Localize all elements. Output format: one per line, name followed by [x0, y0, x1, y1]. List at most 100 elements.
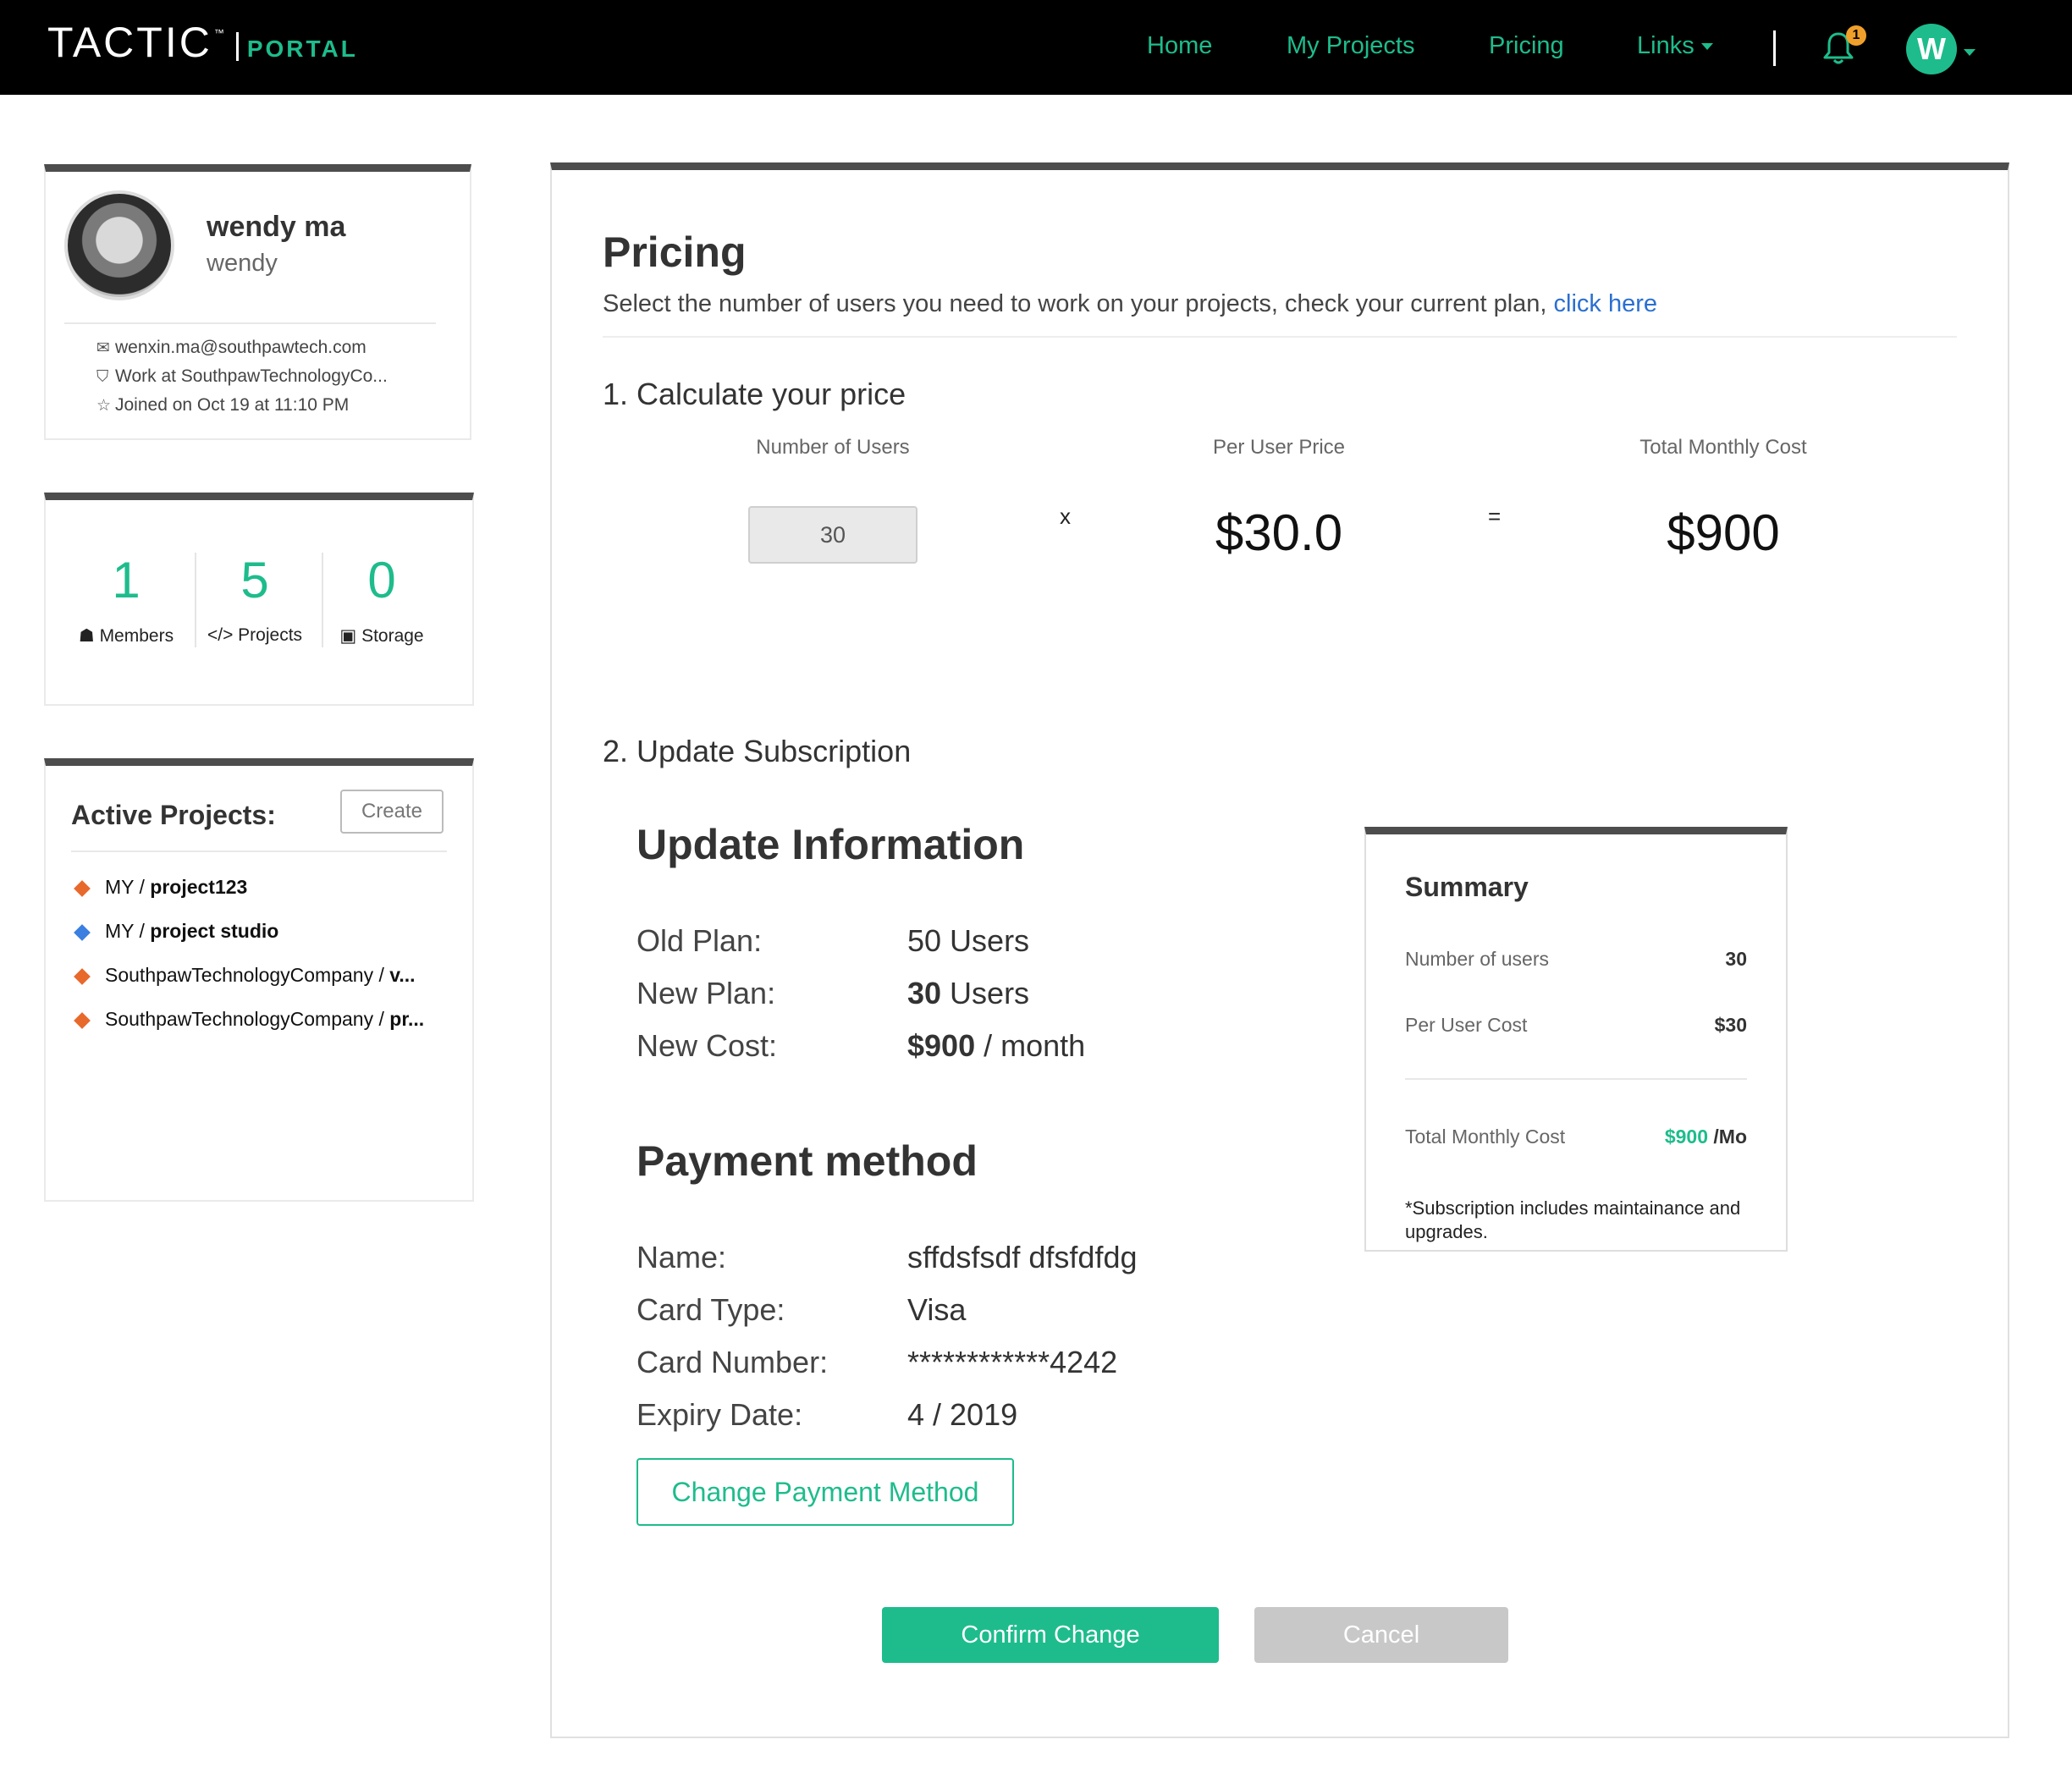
profile-email: wenxin.ma@southpawtech.com [115, 338, 366, 357]
project-owner: SouthpawTechnologyCompany / [105, 964, 390, 986]
project-item[interactable]: SouthpawTechnologyCompany / pr... [73, 1008, 445, 1031]
code-icon: </> [207, 625, 239, 645]
number-of-users-input[interactable]: 30 [748, 506, 918, 564]
equals-sign: = [1488, 504, 1502, 529]
new-cost-label: New Cost: [636, 1028, 778, 1063]
project-name: pr... [389, 1008, 425, 1030]
project-item[interactable]: SouthpawTechnologyCompany / v... [73, 964, 445, 987]
total-monthly-cost-label: Total Monthly Cost [1639, 436, 1807, 459]
tactic-portal-logo[interactable]: TACTIC ™ PORTAL [47, 19, 358, 78]
number-of-users-label: Number of Users [756, 436, 910, 459]
user-icon: ☗ [78, 626, 100, 646]
new-plan-value: 30 Users [907, 976, 1029, 1011]
summary-users-value: 30 [1725, 948, 1747, 970]
nav-my-projects[interactable]: My Projects [1287, 32, 1414, 60]
pricing-panel: Pricing Select the number of users you n… [550, 162, 2009, 1738]
nav-links-label: Links [1637, 32, 1695, 59]
nav-home[interactable]: Home [1147, 32, 1212, 60]
active-projects-title: Active Projects: [71, 800, 276, 830]
divider [71, 850, 447, 852]
profile-email-row: ✉ wenxin.ma@southpawtech.com [96, 338, 366, 358]
envelope-icon: ✉ [96, 339, 110, 357]
nav-divider [1773, 30, 1776, 66]
summary-users-label: Number of users [1405, 948, 1550, 970]
stat-members-value: 1 [112, 552, 141, 608]
diamond-icon [74, 968, 91, 985]
new-cost-value: $900 / month [907, 1028, 1085, 1064]
logo-divider [235, 32, 239, 61]
stat-label-text: Projects [238, 625, 303, 645]
diamond-icon [74, 924, 91, 941]
per-user-price-label: Per User Price [1212, 436, 1346, 459]
summary-total-label: Total Monthly Cost [1405, 1126, 1566, 1148]
project-owner: MY / [105, 920, 151, 942]
divider [1405, 1078, 1747, 1080]
profile-work-row: ⛉ Work at SouthpawTechnologyCo... [96, 366, 388, 387]
chevron-down-icon[interactable] [1964, 49, 1976, 56]
stat-members-label: ☗ Members [63, 625, 190, 647]
profile-name: wendy ma [207, 211, 346, 243]
stat-storage-label: ▣ Storage [318, 625, 445, 647]
new-plan-unit: Users [941, 976, 1030, 1010]
stat-storage[interactable]: 0 ▣ Storage [318, 551, 445, 647]
summary-total-unit: /Mo [1708, 1126, 1747, 1148]
active-projects-card: Active Projects: Create MY / project123 … [44, 758, 474, 1202]
old-plan-value: 50 Users [907, 923, 1030, 958]
profile-avatar [64, 190, 174, 300]
logo-trademark: ™ [213, 27, 224, 39]
update-subscription-heading: 2. Update Subscription [603, 734, 912, 768]
card-name-value: sffdsfsdf dfsfdfdg [907, 1240, 1138, 1274]
page-title: Pricing [603, 228, 747, 276]
summary-total-amount: $900 [1664, 1126, 1708, 1148]
card-number-value: ************4242 [907, 1345, 1118, 1379]
current-plan-link[interactable]: click here [1554, 290, 1658, 317]
stat-projects[interactable]: 5 </> Projects [191, 551, 318, 646]
stat-label-text: Storage [361, 626, 424, 646]
old-plan-label: Old Plan: [636, 923, 763, 958]
calculate-price-heading: 1. Calculate your price [603, 377, 906, 411]
project-name: v... [389, 964, 416, 986]
bookmark-icon: ⛉ [96, 368, 109, 386]
diamond-icon [74, 880, 91, 897]
multiply-sign: x [1060, 504, 1071, 529]
stat-storage-value: 0 [367, 552, 396, 608]
payment-method-heading: Payment method [636, 1137, 978, 1185]
expiry-date-label: Expiry Date: [636, 1397, 803, 1432]
user-avatar[interactable]: W [1906, 24, 1957, 74]
notification-badge: 1 [1846, 25, 1866, 46]
new-plan-number: 30 [907, 976, 942, 1010]
per-user-price-value: $30.0 [1215, 504, 1343, 561]
logo-text: TACTIC [47, 19, 212, 66]
stat-projects-value: 5 [240, 552, 269, 608]
divider [64, 322, 436, 324]
summary-total-value: $900 /Mo [1665, 1126, 1747, 1148]
change-payment-method-button[interactable]: Change Payment Method [636, 1458, 1014, 1526]
profile-username: wendy [207, 250, 278, 277]
create-project-button[interactable]: Create [340, 790, 444, 834]
floppy-disk-icon: ▣ [339, 626, 362, 646]
update-information-heading: Update Information [636, 821, 1025, 868]
total-cost-value: $900 [1667, 504, 1780, 561]
project-item[interactable]: MY / project123 [73, 876, 445, 899]
card-type-label: Card Type: [636, 1292, 785, 1327]
stat-projects-label: </> Projects [191, 625, 318, 646]
confirm-change-button[interactable]: Confirm Change [882, 1607, 1219, 1663]
profile-card: wendy ma wendy ✉ wenxin.ma@southpawtech.c… [44, 164, 471, 440]
top-nav-bar: TACTIC ™ PORTAL Home My Projects Pricing… [0, 0, 2072, 95]
project-name: project studio [150, 920, 279, 942]
nav-pricing[interactable]: Pricing [1489, 32, 1564, 60]
stat-members[interactable]: 1 ☗ Members [63, 551, 190, 647]
project-item[interactable]: MY / project studio [73, 920, 445, 943]
logo-portal-text: PORTAL [246, 36, 358, 62]
new-cost-number: $900 [907, 1028, 976, 1063]
project-owner: MY / [105, 876, 151, 898]
nav-links-dropdown[interactable]: Links [1637, 32, 1713, 60]
pricing-description-text: Select the number of users you need to w… [603, 290, 1554, 317]
cancel-button[interactable]: Cancel [1254, 1607, 1508, 1663]
project-owner: SouthpawTechnologyCompany / [105, 1008, 390, 1030]
profile-joined-row: ☆ Joined on Oct 19 at 11:10 PM [96, 395, 349, 416]
expiry-date-value: 4 / 2019 [907, 1397, 1018, 1432]
summary-per-user-label: Per User Cost [1405, 1014, 1528, 1036]
diamond-icon [74, 1012, 91, 1029]
new-plan-label: New Plan: [636, 976, 776, 1010]
